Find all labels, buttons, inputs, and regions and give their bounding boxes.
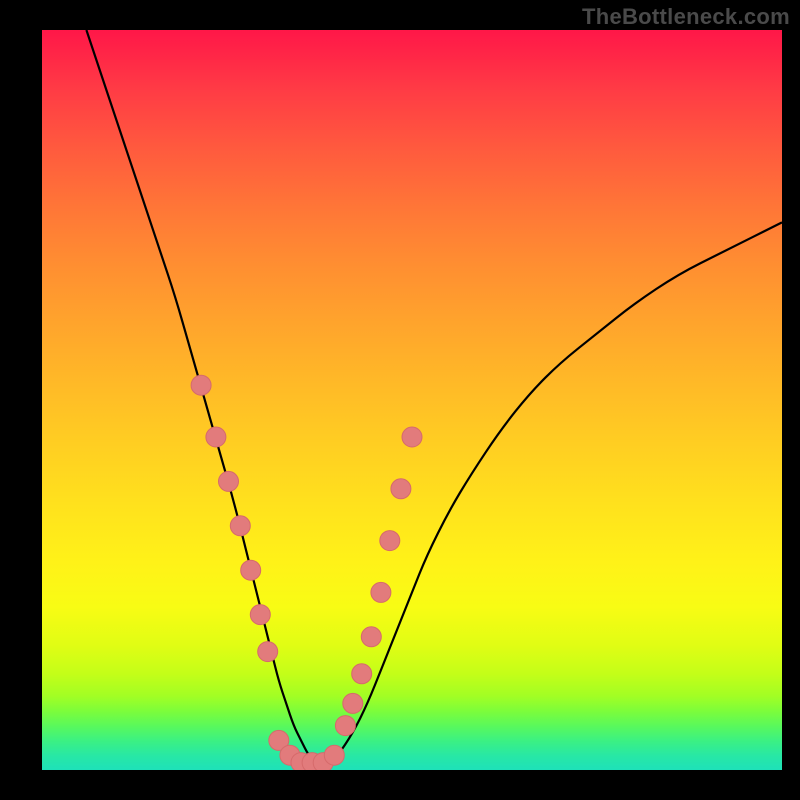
data-marker [191, 375, 211, 395]
data-marker [258, 642, 278, 662]
data-marker [219, 471, 239, 491]
data-marker [361, 627, 381, 647]
data-marker [324, 745, 344, 765]
markers-svg [42, 30, 782, 770]
data-marker [380, 531, 400, 551]
data-marker [250, 605, 270, 625]
data-marker [391, 479, 411, 499]
plot-area [42, 30, 782, 770]
data-marker [241, 560, 261, 580]
markers-group [191, 375, 422, 770]
chart-frame: TheBottleneck.com [0, 0, 800, 800]
data-marker [352, 664, 372, 684]
data-marker [402, 427, 422, 447]
data-marker [343, 693, 363, 713]
data-marker [206, 427, 226, 447]
data-marker [230, 516, 250, 536]
data-marker [371, 582, 391, 602]
data-marker [335, 716, 355, 736]
watermark-text: TheBottleneck.com [582, 4, 790, 30]
